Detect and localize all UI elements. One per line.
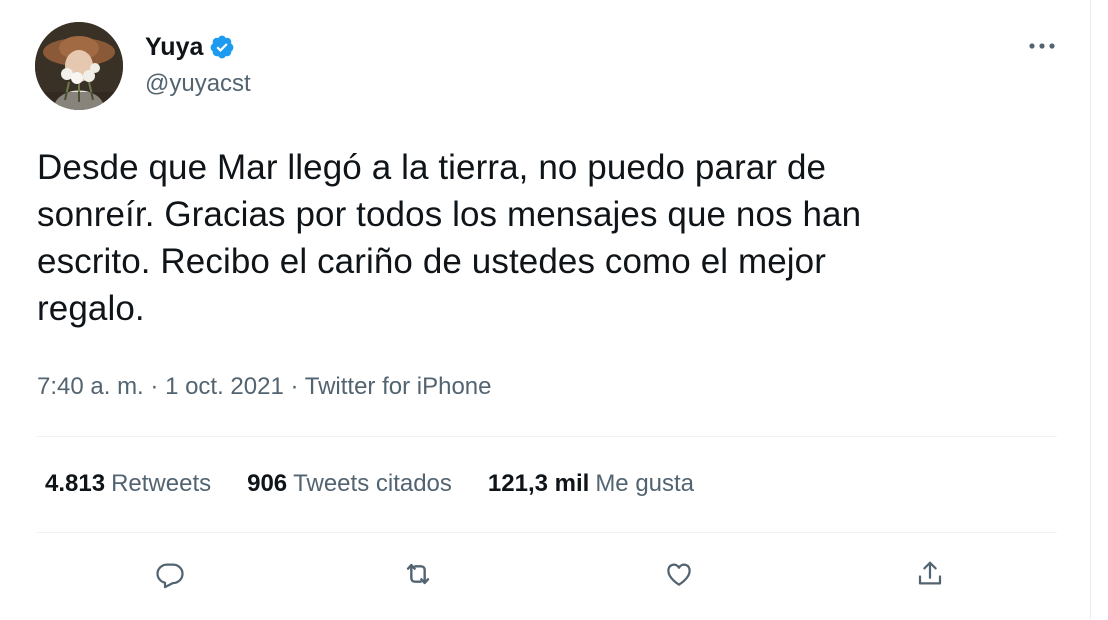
verified-badge-icon [209,34,235,60]
divider [37,436,1057,437]
tweet-text-line: escrito. Recibo el cariño de ustedes com… [37,242,826,281]
tweet-card: Yuya @yuyacst Desde que Mar llegó a la t… [0,0,1091,619]
quotes-count: 906 [247,470,288,497]
avatar[interactable] [35,22,123,110]
author-handle[interactable]: @yuyacst [145,70,251,98]
tweet-text-line: regalo. [37,289,145,328]
retweets-count: 4.813 [45,470,106,497]
likes-stat[interactable]: 121,3 mil Me gusta [488,470,694,498]
retweet-icon[interactable] [400,556,436,592]
likes-count: 121,3 mil [487,470,590,497]
more-options-icon[interactable] [1024,36,1060,56]
reply-icon[interactable] [152,556,188,592]
quotes-label: Tweets citados [293,470,452,497]
avatar-photo [35,22,123,110]
tweet-date[interactable]: 1 oct. 2021 [165,373,284,400]
tweet-stats: 4.813 Retweets 906 Tweets citados 121,3 mi… [45,470,730,498]
quotes-stat[interactable]: 906 Tweets citados [247,470,452,498]
tweet-time[interactable]: 7:40 a. m. [37,373,144,400]
tweet-text-line: sonreír. Gracias por todos los mensajes … [37,195,862,234]
divider [37,532,1057,533]
meta-separator: · [143,373,166,400]
tweet-text: Desde que Mar llegó a la tierra, no pued… [37,144,1037,332]
tweet-text-line: Desde que Mar llegó a la tierra, no pued… [37,148,827,187]
tweet-source[interactable]: Twitter for iPhone [305,373,492,400]
retweets-label: Retweets [111,470,212,497]
tweet-meta: 7:40 a. m. · 1 oct. 2021 · Twitter for i… [37,373,491,401]
author-display-name[interactable]: Yuya [145,33,203,62]
retweets-stat[interactable]: 4.813 Retweets [45,470,211,498]
author-name-row[interactable]: Yuya [145,33,235,61]
share-icon[interactable] [912,556,948,592]
likes-label: Me gusta [595,470,695,497]
like-icon[interactable] [661,556,697,592]
meta-separator: · [283,373,305,400]
